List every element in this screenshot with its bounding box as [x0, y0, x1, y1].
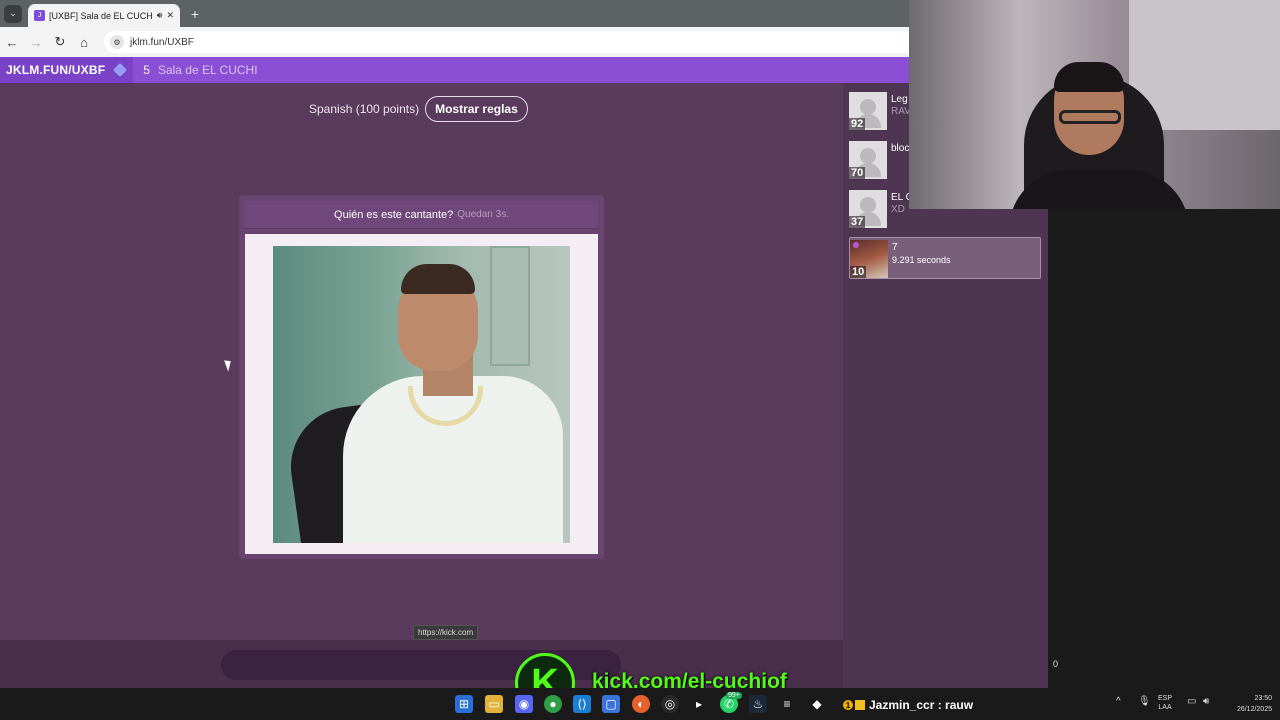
player-name: bloc — [891, 143, 910, 154]
countdown-timer: Quedan 3s. — [457, 209, 509, 220]
browser-toolbar: ← → ↻ ⌂ ⚙ jklm.fun/UXBF — [0, 27, 909, 57]
close-tab-icon[interactable]: ✕ — [166, 10, 174, 21]
file-explorer-icon[interactable]: ▭ — [485, 695, 503, 713]
discord-icon[interactable]: ◉ — [515, 695, 533, 713]
avatar: 10 — [850, 240, 888, 278]
player-answer-time: 9.291 seconds — [892, 255, 951, 265]
chat-message-text: Jazmin_ccr : rauw — [869, 698, 974, 712]
question-text: Quién es este cantante? — [334, 208, 454, 221]
reload-icon[interactable]: ↻ — [48, 34, 72, 50]
chrome-icon[interactable]: ● — [544, 695, 562, 713]
show-rules-button[interactable]: Mostrar reglas — [425, 96, 528, 122]
player-score: 92 — [849, 118, 866, 130]
browser-tab-strip: ⌄ J [UXBF] Sala de EL CUCHI 🔊︎ ✕ + — [0, 0, 909, 27]
stream-side-panel: 0 — [1048, 209, 1280, 688]
app-icon[interactable]: ▢ — [602, 695, 620, 713]
vscode-icon[interactable]: ⟨⟩ — [573, 695, 591, 713]
volume-icon[interactable]: 🔊︎ — [1203, 697, 1209, 707]
network-icon[interactable]: ▭ — [1187, 697, 1196, 707]
player-score: 70 — [849, 167, 866, 179]
game-area: Spanish (100 points) Mostrar reglas Quié… — [0, 83, 843, 640]
avatar: 92 — [849, 92, 887, 130]
browser-tab-active[interactable]: J [UXBF] Sala de EL CUCHI 🔊︎ ✕ — [28, 4, 180, 27]
tab-search-button[interactable]: ⌄ — [4, 4, 22, 23]
speaker-icon[interactable]: 🔊︎ — [157, 10, 163, 21]
player-name: 7 — [892, 242, 898, 253]
jklm-favicon-icon: J — [34, 10, 45, 21]
address-text: jklm.fun/UXBF — [130, 36, 194, 48]
stream-chat-message: 1 Jazmin_ccr : rauw — [843, 698, 973, 712]
brand-text: JKLM.FUN/UXBF — [6, 63, 106, 77]
tab-title: [UXBF] Sala de EL CUCHI — [49, 10, 153, 21]
singer-photo — [273, 246, 570, 543]
player-guess: RAV — [891, 106, 911, 117]
terminal-icon[interactable]: ▸ — [690, 695, 708, 713]
site-info-icon[interactable]: ⚙ — [110, 35, 124, 49]
back-arrow-icon[interactable]: ← — [0, 35, 24, 50]
home-icon[interactable]: ⌂ — [72, 35, 96, 50]
player-count: 5 — [143, 63, 150, 77]
notification-badge: 99+ — [726, 692, 742, 699]
image-frame — [245, 234, 598, 554]
question-bar: Quién es este cantante? Quedan 3s. — [245, 201, 598, 229]
brand-link[interactable]: JKLM.FUN/UXBF — [0, 57, 134, 83]
system-clock[interactable]: 23:50 26/12/2025 — [1224, 693, 1272, 715]
online-dot-icon — [853, 242, 859, 248]
webcam-overlay — [909, 0, 1280, 209]
microphone-icon[interactable]: 🎙︎ — [1138, 697, 1151, 707]
avatar: 70 — [849, 141, 887, 179]
gem-icon — [113, 62, 128, 78]
rules-line: Spanish (100 points) Mostrar reglas — [309, 96, 528, 122]
address-bar[interactable]: ⚙ jklm.fun/UXBF — [104, 31, 909, 53]
steam-icon[interactable]: ♨ — [749, 695, 767, 713]
room-name: Sala de EL CUCHI — [157, 63, 258, 77]
language-indicator[interactable]: ESP LAA — [1158, 694, 1172, 712]
forward-arrow-icon[interactable]: → — [24, 35, 48, 50]
player-score: 10 — [850, 266, 867, 278]
player-card-self[interactable]: 10 7 9.291 seconds — [849, 237, 1041, 279]
site-header: JKLM.FUN/UXBF 5 Sala de EL CUCHI — [0, 57, 909, 83]
language-label: Spanish (100 points) — [309, 102, 420, 116]
player-name: Leg — [891, 94, 908, 105]
firefox-icon[interactable]: ◐ — [632, 695, 650, 713]
tray-overflow-icon[interactable]: ^ — [1116, 697, 1121, 707]
chat-badge: 1 — [843, 700, 853, 710]
subscriber-badge-icon — [855, 700, 865, 710]
app-icon[interactable]: ≡ — [778, 695, 796, 713]
player-score: 37 — [849, 216, 866, 228]
windows-start-icon[interactable]: ⊞ — [455, 695, 473, 713]
avatar: 37 — [849, 190, 887, 228]
app-icon[interactable]: ◆ — [808, 695, 826, 713]
question-card: Quién es este cantante? Quedan 3s. — [239, 195, 604, 559]
new-tab-button[interactable]: + — [186, 5, 204, 23]
link-status-tooltip: https://kick.com — [413, 625, 479, 640]
obs-icon[interactable]: ◎ — [661, 695, 679, 713]
panel-marker: 0 — [1053, 659, 1059, 669]
